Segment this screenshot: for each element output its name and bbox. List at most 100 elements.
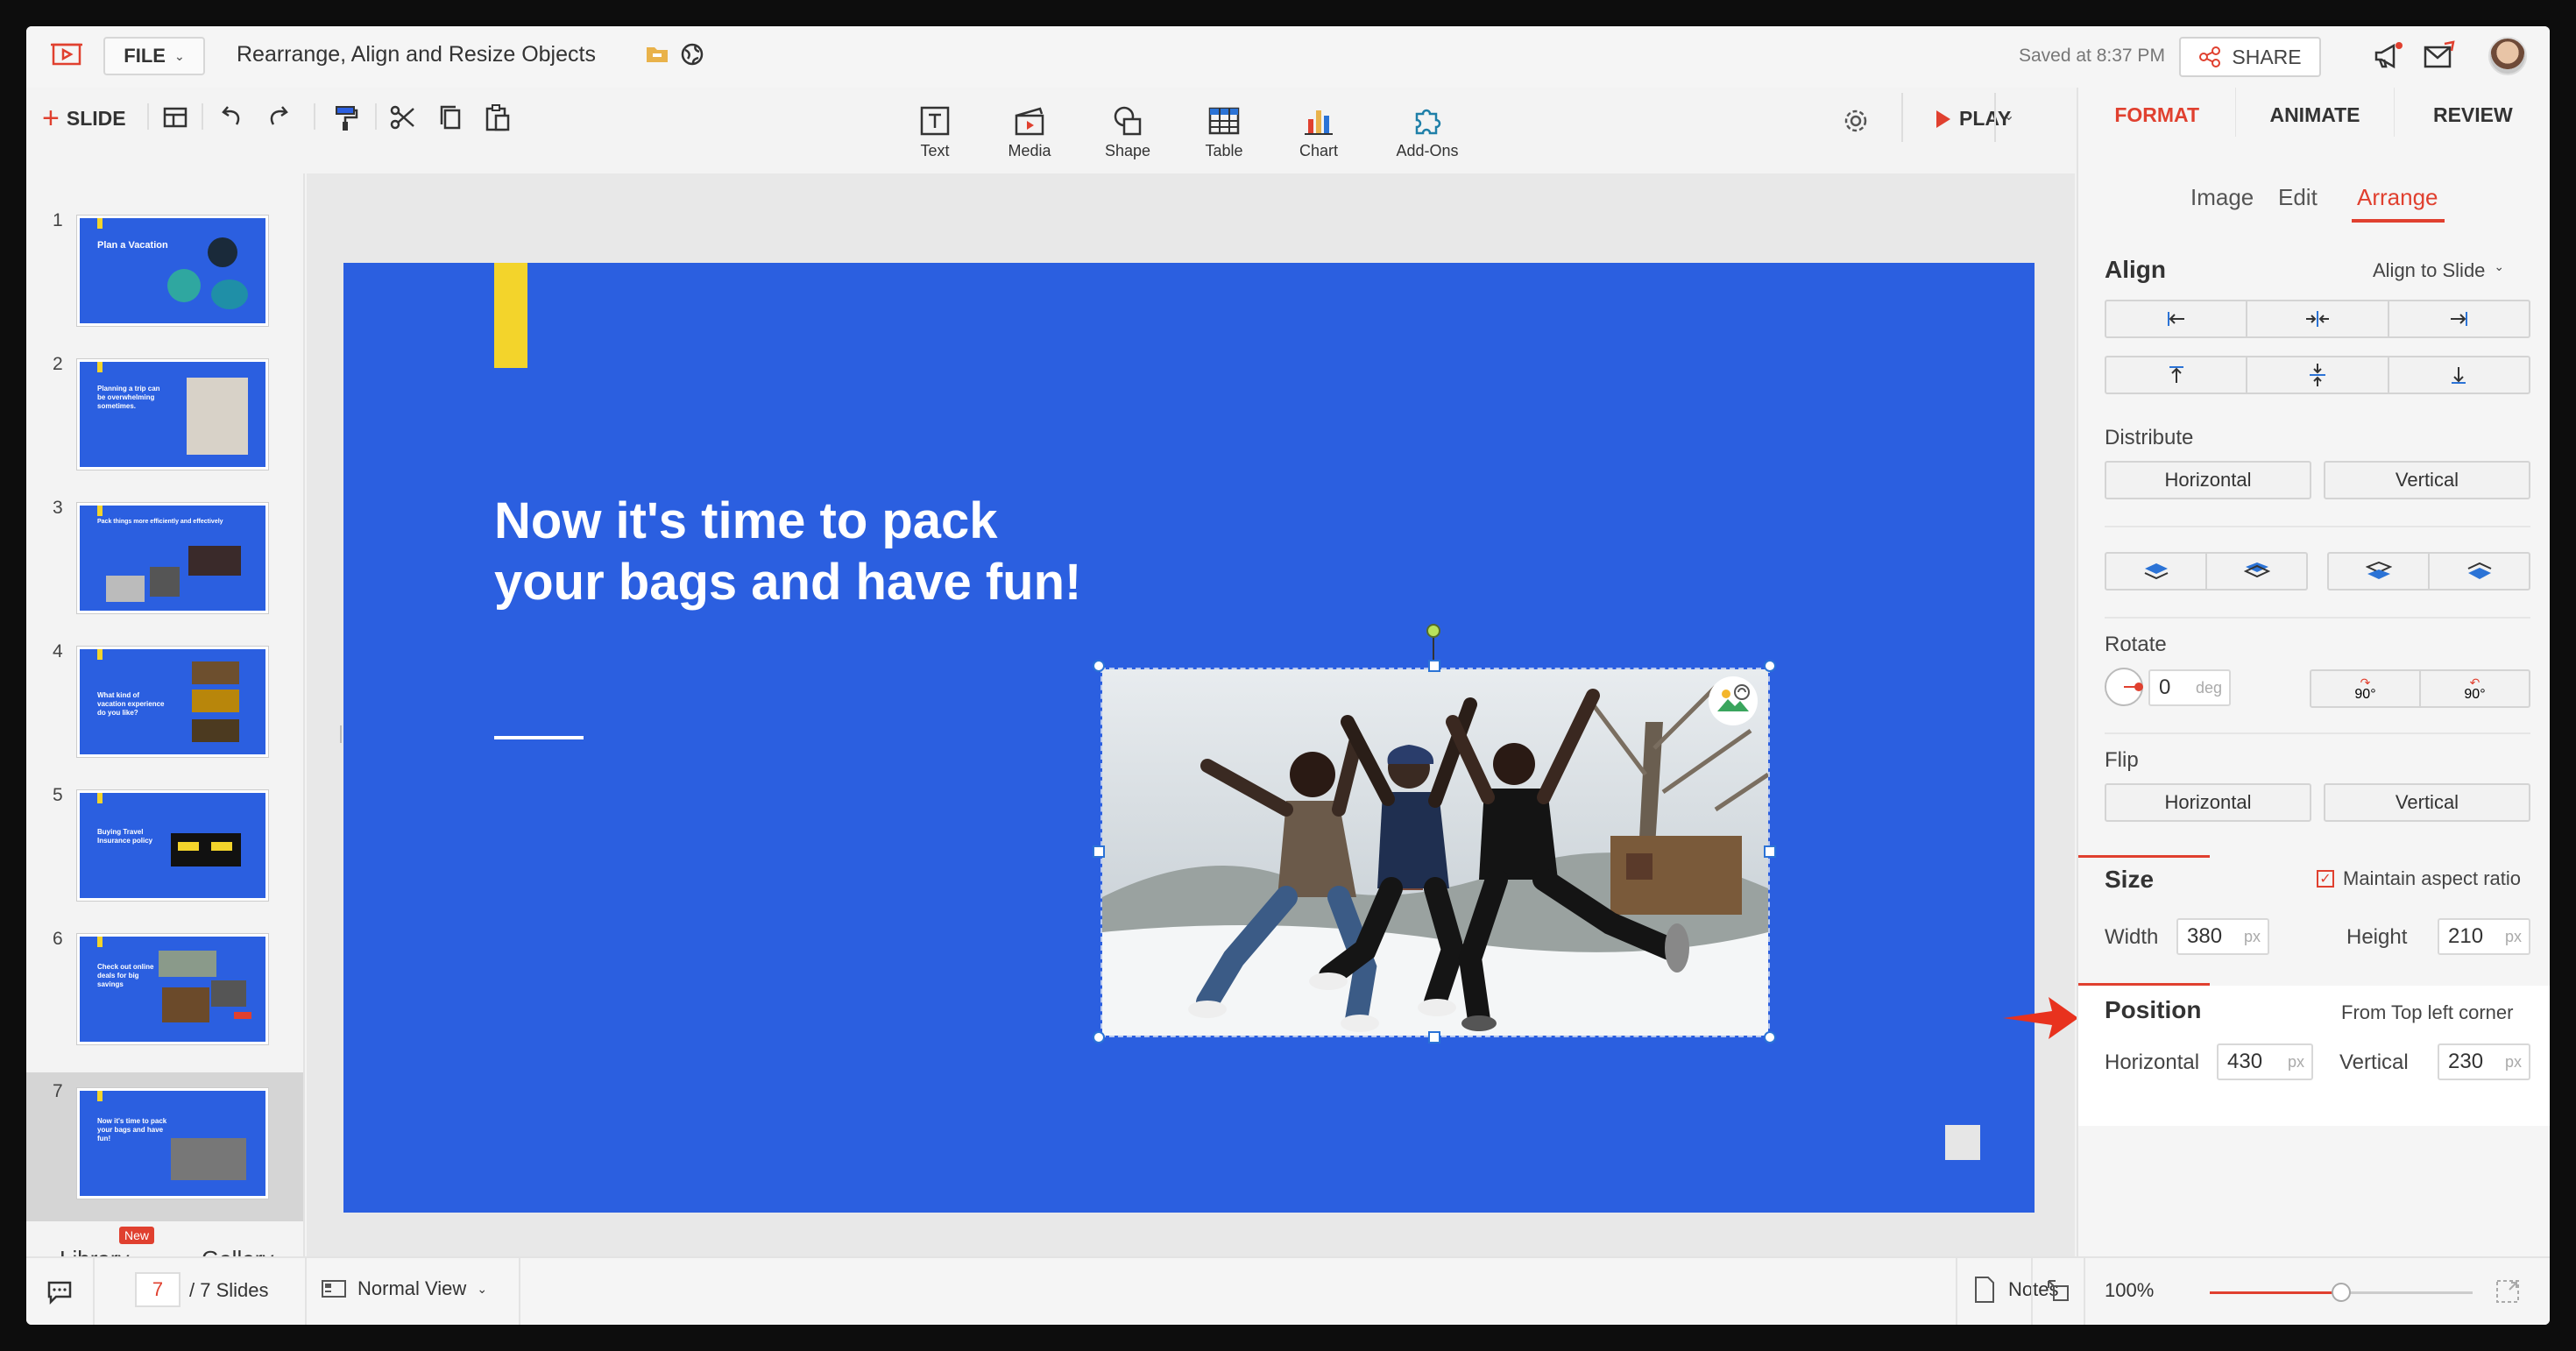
slide-thumbnail-row[interactable]: 2 Planning a trip can be overwhelming so… (26, 354, 303, 494)
slide-thumbnail[interactable]: Buying Travel Insurance policy (77, 790, 268, 901)
slide-thumbnail[interactable]: Planning a trip can be overwhelming some… (77, 359, 268, 470)
slide-canvas[interactable]: Now it's time to pack your bags and have… (343, 263, 2035, 1213)
zoom-slider[interactable] (2210, 1283, 2473, 1302)
slide-thumbnail-row[interactable]: 6 Check out online deals for big savings (26, 929, 303, 1069)
zoom-slider-knob[interactable] (2332, 1283, 2351, 1302)
resize-handle-bottom-left[interactable] (1093, 1031, 1105, 1043)
rotate-angle-input[interactable]: 0 deg (2148, 669, 2231, 706)
send-to-back-button[interactable] (2428, 554, 2529, 589)
subtab-arrange[interactable]: Arrange (2357, 184, 2438, 211)
insert-shape-button[interactable]: Shape (1088, 103, 1167, 160)
flip-vertical-button[interactable]: Vertical (2324, 783, 2530, 822)
layout-icon[interactable] (159, 102, 191, 133)
bring-forward-button[interactable] (2205, 554, 2306, 589)
distribute-horizontal-button[interactable]: Horizontal (2105, 461, 2311, 499)
slide-thumbnail[interactable]: Plan a Vacation (77, 216, 268, 326)
cut-icon[interactable] (387, 102, 419, 133)
slide-corner-square[interactable] (1945, 1125, 1980, 1160)
slide-thumbnail[interactable]: What kind of vacation experience do you … (77, 647, 268, 757)
slide-thumbnail[interactable]: Now it's time to pack your bags and have… (77, 1088, 268, 1199)
slide-thumbnail[interactable]: Check out online deals for big savings (77, 934, 268, 1044)
insert-addons-button[interactable]: Add-Ons (1388, 103, 1467, 160)
subtab-image[interactable]: Image (2190, 184, 2254, 211)
play-options-chevron-icon[interactable]: ⌄ (2003, 107, 2014, 124)
paste-icon[interactable] (482, 102, 513, 133)
rotate-clockwise-button[interactable]: ↷ 90° (2311, 671, 2419, 706)
rotate-handle[interactable] (1426, 624, 1440, 638)
slide-thumbnail-row[interactable]: 4 What kind of vacation experience do yo… (26, 641, 303, 782)
view-mode-dropdown[interactable]: Normal View ⌄ (321, 1277, 487, 1300)
bring-to-front-button[interactable] (2106, 554, 2205, 589)
document-title[interactable]: Rearrange, Align and Resize Objects (237, 42, 596, 67)
globe-icon[interactable] (680, 42, 704, 67)
slide-number: 6 (53, 929, 63, 949)
resize-handle-top-left[interactable] (1093, 660, 1105, 672)
position-vertical-input[interactable]: 230 px (2438, 1043, 2530, 1080)
height-input[interactable]: 210 px (2438, 918, 2530, 955)
rotate-counterclockwise-button[interactable]: ↶ 90° (2419, 671, 2529, 706)
slide-number: 1 (53, 210, 63, 230)
tab-format[interactable]: FORMAT (2078, 88, 2235, 137)
redo-icon[interactable] (263, 102, 294, 133)
selected-photo[interactable] (1100, 668, 1770, 1037)
slide-thumbnail-row[interactable]: 5 Buying Travel Insurance policy (26, 785, 303, 925)
slide-thumbnail-row-selected[interactable]: 7 Now it's time to pack your bags and ha… (26, 1072, 303, 1221)
current-slide-input[interactable]: 7 (135, 1272, 180, 1307)
resize-handle-bottom[interactable] (1428, 1031, 1440, 1043)
insert-chart-button[interactable]: Chart (1279, 103, 1358, 160)
insert-table-button[interactable]: Table (1185, 103, 1263, 160)
slide-divider-line[interactable] (494, 736, 584, 739)
fit-to-window-icon[interactable] (2045, 1277, 2073, 1305)
position-horizontal-input[interactable]: 430 px (2217, 1043, 2313, 1080)
tab-review[interactable]: REVIEW (2393, 88, 2550, 137)
settings-gear-icon[interactable] (1840, 105, 1872, 137)
play-button[interactable]: PLAY (1936, 107, 2011, 131)
align-right-button[interactable] (2387, 301, 2529, 336)
comment-icon[interactable] (44, 1276, 75, 1307)
width-label: Width (2105, 925, 2159, 949)
file-menu-button[interactable]: FILE ⌄ (103, 37, 205, 75)
resize-handle-bottom-right[interactable] (1764, 1031, 1776, 1043)
resize-handle-right[interactable] (1764, 845, 1776, 858)
subtab-edit[interactable]: Edit (2278, 184, 2318, 211)
tab-animate[interactable]: ANIMATE (2235, 88, 2393, 137)
rotate-dial-knob[interactable] (2134, 683, 2143, 691)
rotate-dial[interactable] (2105, 668, 2143, 706)
share-button[interactable]: SHARE (2179, 37, 2321, 77)
align-target-dropdown[interactable]: Align to Slide ⌄ (2373, 259, 2504, 282)
send-backward-button[interactable] (2329, 554, 2428, 589)
align-top-button[interactable] (2106, 357, 2246, 393)
slide-thumbnail[interactable]: Pack things more efficiently and effecti… (77, 503, 268, 613)
flip-horizontal-button[interactable]: Horizontal (2105, 783, 2311, 822)
align-middle-button[interactable] (2246, 357, 2387, 393)
copy-icon[interactable] (435, 102, 466, 133)
slide-thumbnail-row[interactable]: 1 Plan a Vacation (26, 210, 303, 350)
insert-text-button[interactable]: Text (895, 103, 974, 160)
feedback-mail-icon[interactable] (2422, 39, 2457, 74)
announcement-icon[interactable] (2371, 39, 2406, 74)
distribute-vertical-button[interactable]: Vertical (2324, 461, 2530, 499)
slide-thumbnail-row[interactable]: 3 Pack things more efficiently and effec… (26, 498, 303, 638)
thumbnail-label (211, 842, 232, 851)
replace-image-button[interactable] (1709, 676, 1758, 725)
toolbar-divider (375, 103, 377, 130)
add-slide-button[interactable]: + SLIDE (42, 102, 126, 136)
maintain-aspect-checkbox[interactable]: ✓ Maintain aspect ratio (2317, 867, 2521, 890)
fullscreen-icon[interactable] (2494, 1277, 2522, 1305)
align-center-button[interactable] (2246, 301, 2387, 336)
insert-media-button[interactable]: Media (990, 103, 1069, 160)
undo-icon[interactable] (216, 102, 247, 133)
app-logo-icon[interactable] (51, 42, 82, 70)
slide-accent-bar[interactable] (494, 263, 527, 368)
resize-handle-top-right[interactable] (1764, 660, 1776, 672)
align-left-button[interactable] (2106, 301, 2246, 336)
plus-icon: + (42, 102, 60, 135)
format-painter-icon[interactable] (329, 102, 361, 133)
align-bottom-button[interactable] (2387, 357, 2529, 393)
user-avatar[interactable] (2488, 37, 2527, 75)
folder-icon[interactable] (645, 42, 669, 67)
slide-title[interactable]: Now it's time to pack your bags and have… (494, 491, 1108, 613)
resize-handle-left[interactable] (1093, 845, 1105, 858)
width-input[interactable]: 380 px (2176, 918, 2269, 955)
resize-handle-top[interactable] (1428, 660, 1440, 672)
